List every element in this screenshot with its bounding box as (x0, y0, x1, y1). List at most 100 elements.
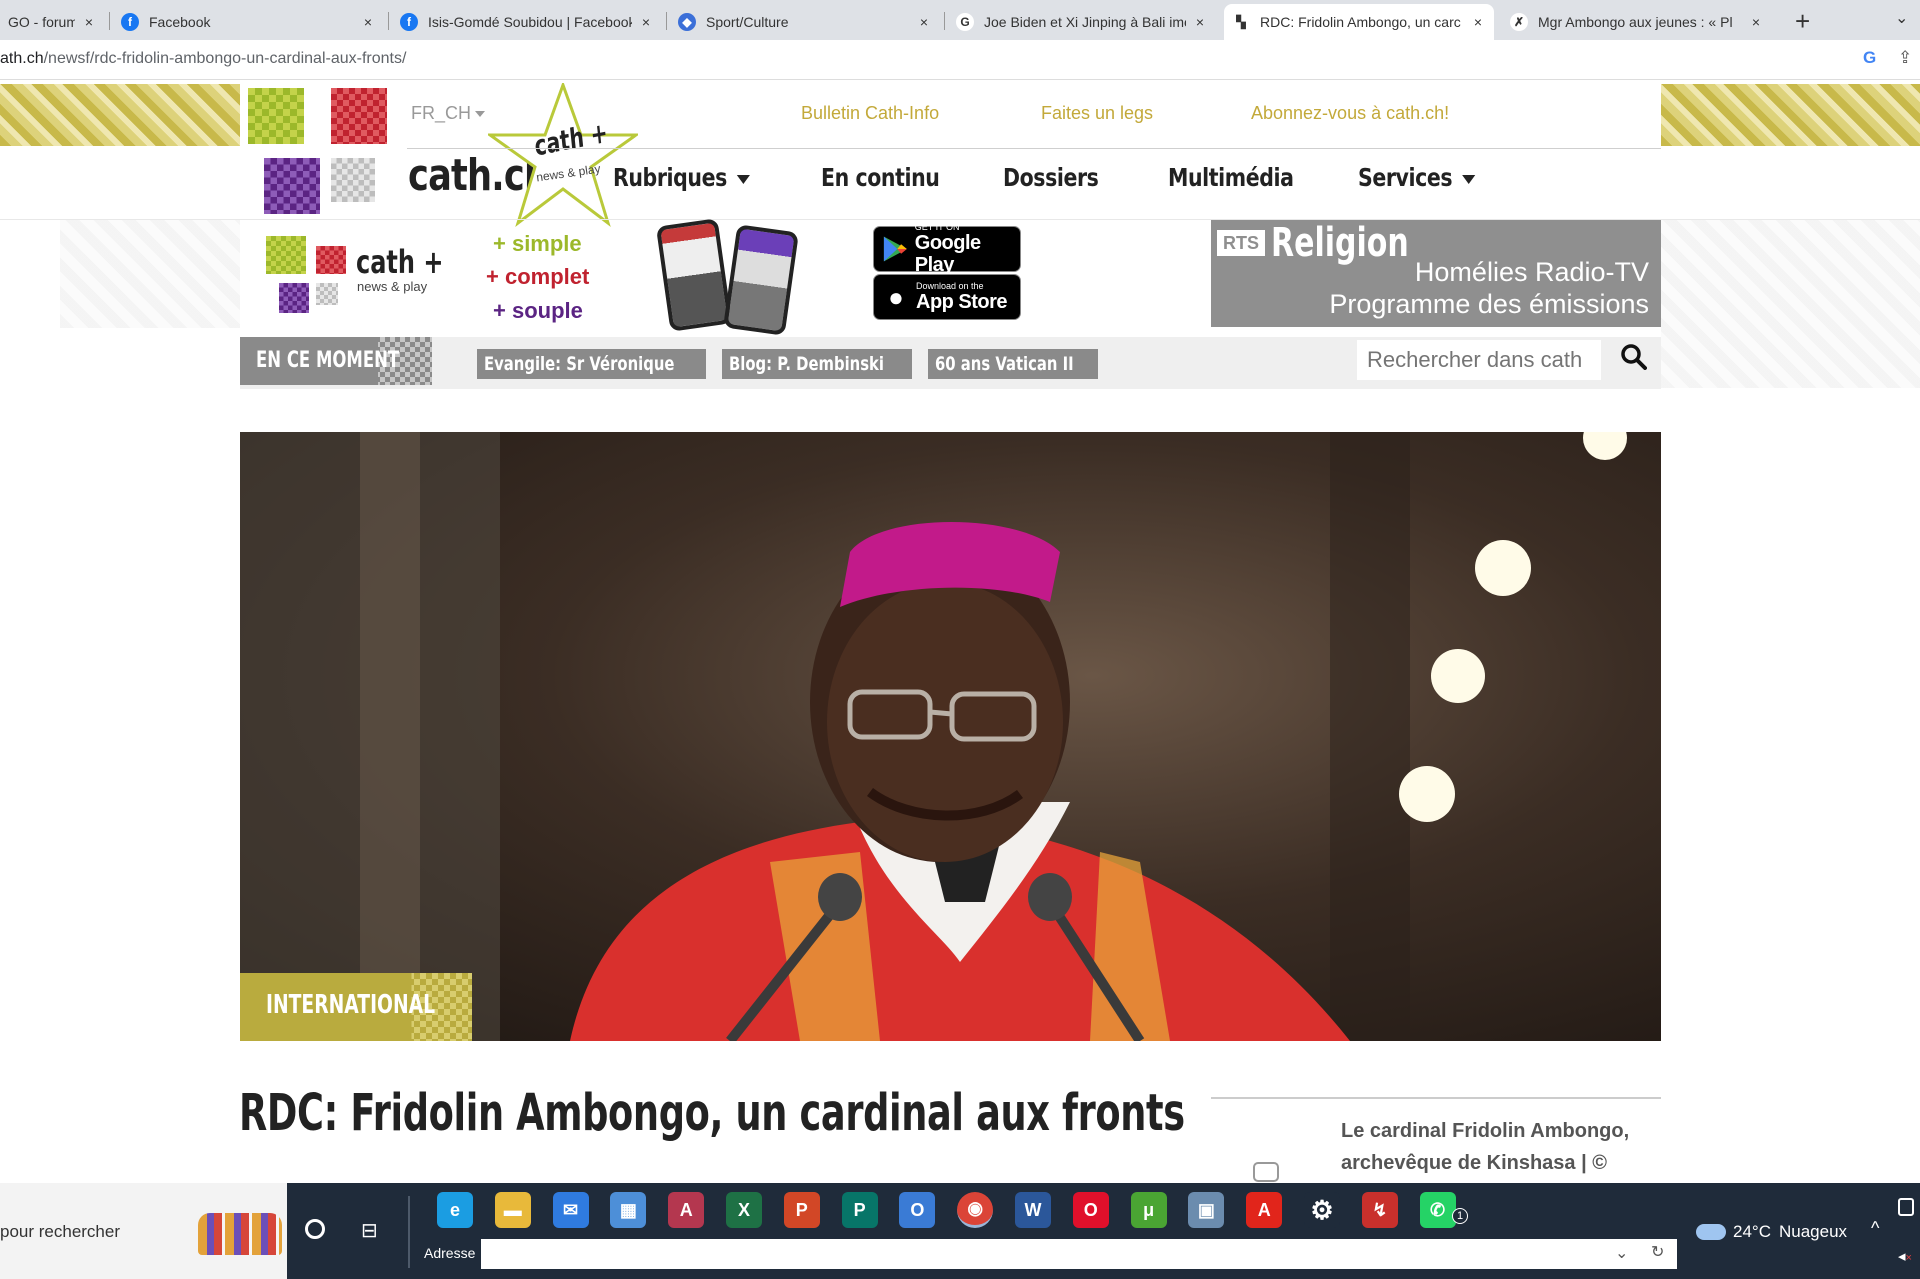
x-icon: ✗ (1510, 13, 1528, 31)
new-tab-button[interactable]: + (1795, 6, 1810, 37)
task-view-icon[interactable]: ⊟ (361, 1218, 378, 1243)
browser-tab-4[interactable]: ◆ Sport/Culture × (670, 4, 940, 40)
category-badge[interactable]: INTERNATIONAL (266, 990, 435, 1020)
chevron-down-icon (736, 174, 750, 184)
tab-title: Isis-Gomdé Soubidou | Facebook (428, 14, 632, 30)
rts-line2[interactable]: Programme des émissions (1329, 289, 1649, 320)
address-toolbar-input[interactable]: ⌄ ↻ (481, 1239, 1677, 1269)
browser-tab-5[interactable]: G Joe Biden et Xi Jinping à Bali ime × (948, 4, 1216, 40)
address-bar[interactable]: ath.ch/newsf/rdc-fridolin-ambongo-un-car… (0, 40, 1920, 80)
browser-tab-6[interactable]: ▚ RDC: Fridolin Ambongo, un carc × (1224, 4, 1494, 40)
opera-icon[interactable]: O (1072, 1192, 1109, 1228)
article-hero-image[interactable]: INTERNATIONAL (240, 432, 1661, 1041)
taskbar-search-box[interactable]: pour rechercher (0, 1183, 287, 1279)
acrobat-icon[interactable]: A (1246, 1192, 1283, 1228)
google-play-text: Google Play (914, 232, 981, 276)
browser-tab-7[interactable]: ✗ Mgr Ambongo aux jeunes : « Pl × (1502, 4, 1772, 40)
shield-icon: ◆ (678, 13, 696, 31)
banner-decor-right (1661, 220, 1920, 388)
chevron-down-icon (1461, 174, 1476, 184)
moment-tag-1[interactable]: Evangile: Sr Véronique (477, 349, 706, 379)
tab-close-icon[interactable]: × (360, 14, 376, 30)
tab-close-icon[interactable]: × (1192, 14, 1208, 30)
photos-icon[interactable]: ▣ (1188, 1192, 1225, 1228)
store-icon[interactable]: ▦ (610, 1192, 647, 1228)
word-icon[interactable]: W (1015, 1192, 1051, 1228)
tab-search-chevron-icon[interactable]: ⌄ (1895, 8, 1908, 28)
logo-square-red (331, 88, 387, 144)
phone-mockup-2 (723, 224, 799, 336)
tray-chevron-up-icon[interactable]: ^ (1871, 1218, 1879, 1239)
google-lens-icon[interactable]: G (1863, 48, 1876, 68)
browser-tab-1[interactable]: ▪GO - forumd× (0, 4, 105, 40)
header-decor-left (0, 84, 240, 146)
tab-separator (388, 12, 389, 30)
cardinal-photo-illustration (240, 432, 1627, 1041)
cortana-icon[interactable] (305, 1219, 325, 1239)
share-icon[interactable]: ⇪ (1898, 48, 1912, 68)
promo-logo-green (266, 236, 306, 274)
app-store-text: App Store (916, 291, 1008, 313)
url-text[interactable]: ath.ch/newsf/rdc-fridolin-ambongo-un-car… (0, 50, 406, 68)
camera-icon (1253, 1162, 1279, 1182)
google-play-badge[interactable]: GET IT ON Google Play (873, 222, 1021, 276)
address-dropdown-icon[interactable]: ⌄ (1615, 1243, 1628, 1263)
phone-mockup-1 (655, 218, 733, 332)
powerpoint-icon[interactable]: P (783, 1192, 820, 1228)
promo-logo-red (316, 246, 346, 274)
nav-item-encontinu[interactable]: En continu (821, 163, 940, 192)
tab-close-icon[interactable]: × (638, 14, 654, 30)
top-link-2[interactable]: Faites un legs (1041, 103, 1153, 124)
nav-item-multimdia[interactable]: Multimédia (1168, 163, 1294, 192)
rts-line1[interactable]: Homélies Radio-TV (1415, 257, 1649, 288)
notification-icon[interactable] (1898, 1198, 1914, 1216)
facebook-icon: f (121, 13, 139, 31)
browser-tab-3[interactable]: f Isis-Gomdé Soubidou | Facebook × (392, 4, 662, 40)
outlook-icon[interactable]: O (899, 1192, 936, 1228)
promo-brand: cath + (356, 243, 444, 281)
excel-icon[interactable]: X (726, 1192, 762, 1228)
search-input[interactable] (1357, 340, 1597, 380)
promo-line-complet: + complet (486, 264, 590, 289)
volume-muted-icon[interactable]: ◂× (1898, 1247, 1912, 1265)
language-selector[interactable]: FR_CH (411, 103, 486, 124)
moment-tag-label: 60 ans Vatican II (935, 353, 1074, 375)
nav-item-rubriques[interactable]: Rubriques (613, 163, 750, 192)
file-explorer-icon[interactable]: ▬ (494, 1192, 531, 1228)
mail-icon[interactable]: ✉ (552, 1192, 589, 1228)
tab-close-icon[interactable]: × (81, 14, 97, 30)
header-divider (407, 148, 1661, 149)
tab-close-icon[interactable]: × (916, 14, 932, 30)
facebook-icon: f (400, 13, 418, 31)
nav-item-dossiers[interactable]: Dossiers (1003, 163, 1099, 192)
weather-desc[interactable]: Nuageux (1779, 1222, 1847, 1242)
weather-temp[interactable]: 24°C (1733, 1222, 1771, 1242)
publisher-icon[interactable]: P (841, 1192, 878, 1228)
top-link-3[interactable]: Abonnez-vous à cath.ch! (1251, 103, 1449, 124)
tab-close-icon[interactable]: × (1748, 14, 1764, 30)
tab-close-icon[interactable]: × (1470, 14, 1486, 30)
access-icon[interactable]: A (668, 1192, 705, 1228)
graph-app-icon[interactable]: ↯ (1361, 1192, 1398, 1228)
search-icon[interactable] (1621, 344, 1647, 370)
taskbar-search-text: pour rechercher (0, 1222, 121, 1241)
moment-tag-3[interactable]: 60 ans Vatican II (928, 349, 1098, 379)
edge-icon[interactable]: e (437, 1192, 473, 1228)
address-refresh-icon[interactable]: ↻ (1651, 1242, 1664, 1262)
utorrent-icon[interactable]: μ (1130, 1192, 1167, 1228)
nav-item-services[interactable]: Services (1358, 163, 1476, 192)
promo-brand-sub: news & play (357, 279, 428, 294)
rts-religion-banner[interactable]: RTS Religion Homélies Radio-TV Programme… (1211, 220, 1661, 327)
moment-tag-2[interactable]: Blog: P. Dembinski (722, 349, 912, 379)
promo-line-simple: + simple (493, 231, 582, 256)
settings-icon[interactable]: ⚙ (1304, 1192, 1340, 1228)
browser-tab-2[interactable]: f Facebook × (113, 4, 384, 40)
tab-separator (944, 12, 945, 30)
weather-cloud-icon[interactable] (1696, 1224, 1726, 1240)
search-box[interactable] (1357, 340, 1601, 380)
chrome-icon[interactable]: ◉ (957, 1192, 994, 1228)
whatsapp-icon[interactable]: ✆ (1419, 1192, 1456, 1228)
app-store-badge[interactable]: ● Download on the App Store (873, 274, 1021, 320)
nav-item-label: Dossiers (1003, 163, 1099, 192)
top-link-1[interactable]: Bulletin Cath-Info (801, 103, 939, 124)
